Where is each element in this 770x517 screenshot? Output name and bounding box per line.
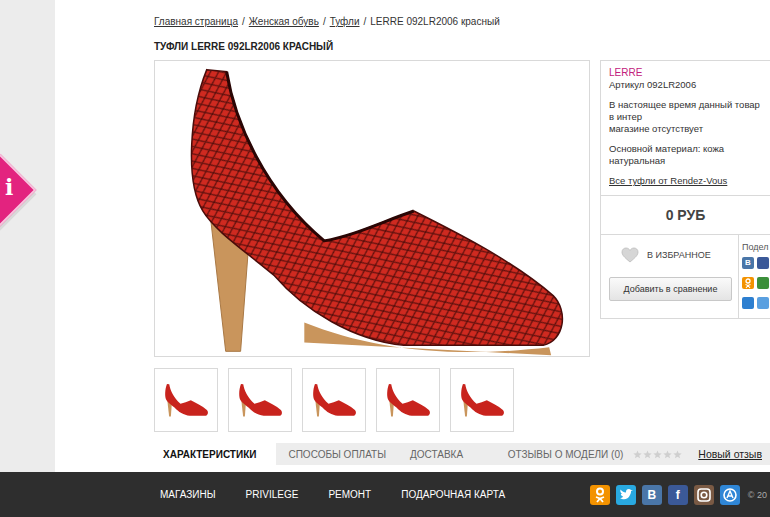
tab[interactable]: ДОСТАВКА — [398, 443, 475, 465]
star-icon — [673, 450, 682, 459]
copyright: © 20 — [748, 490, 767, 500]
thumbnail[interactable] — [376, 368, 440, 432]
tab-bar: ХАРАКТЕРИСТИКИСПОСОБЫ ОПЛАТЫДОСТАВКА ОТЗЫ… — [154, 443, 770, 465]
breadcrumb-item[interactable]: Главная страница — [154, 16, 238, 27]
rating-stars — [633, 450, 682, 459]
breadcrumb-separator: / — [364, 16, 367, 27]
social-icon[interactable]: В — [642, 485, 662, 505]
share-icon[interactable] — [757, 257, 769, 269]
footer-link[interactable]: PRIVILEGE — [246, 489, 299, 500]
footer-link[interactable]: РЕМОНТ — [328, 489, 371, 500]
page: iГлавная страница/Женская обувь/Туфли/LE… — [0, 0, 770, 517]
share-label: Подел — [742, 241, 770, 253]
favorite-compare: В ИЗБРАННОЕ Добавить в сравнение — [601, 235, 739, 318]
ok-icon — [742, 277, 754, 289]
social-icon[interactable] — [616, 485, 636, 505]
social-icon[interactable]: f — [668, 485, 688, 505]
share-icon[interactable] — [757, 297, 769, 309]
heart-icon — [621, 247, 639, 263]
breadcrumb-item: LERRE 092LR2006 красный — [370, 16, 499, 27]
shoe-photo-icon — [155, 61, 589, 356]
content: Главная страница/Женская обувь/Туфли/LER… — [154, 0, 770, 465]
thumbnail[interactable] — [450, 368, 514, 432]
top-area: iГлавная страница/Женская обувь/Туфли/LE… — [0, 0, 770, 472]
share-icon[interactable]: В — [742, 257, 754, 269]
product-photo[interactable] — [154, 60, 590, 357]
share-icon[interactable] — [742, 277, 754, 289]
thumbnail[interactable] — [302, 368, 366, 432]
reviews: ОТЗЫВЫ О МОДЕЛИ (0) Новый отзыв — [508, 443, 770, 465]
gallery — [154, 60, 590, 432]
social-links: Вf © 20 — [590, 485, 770, 505]
material: Основной материал: кожа натуральная — [609, 143, 762, 167]
share-panel: Подел В — [739, 235, 770, 318]
actions: В ИЗБРАННОЕ Добавить в сравнение Подел В — [601, 235, 770, 318]
odnoklassniki-icon — [590, 485, 610, 505]
compare-button[interactable]: Добавить в сравнение — [609, 277, 732, 301]
breadcrumb-separator: / — [323, 16, 326, 27]
info-badge-glyph[interactable]: i — [5, 174, 13, 200]
footer-links: МАГАЗИНЫ PRIVILEGE РЕМОНТ ПОДАРОЧНАЯ КАРТА — [0, 489, 505, 500]
favorite-button[interactable]: В ИЗБРАННОЕ — [609, 247, 732, 263]
social-icon[interactable] — [694, 485, 714, 505]
breadcrumb: Главная страница/Женская обувь/Туфли/LER… — [154, 15, 770, 29]
shoe-thumbnail-icon — [161, 380, 211, 420]
star-icon — [653, 450, 662, 459]
product-details: LERREАртикул 092LR2006 В настоящее время … — [601, 61, 770, 195]
main-panel: Главная страница/Женская обувь/Туфли/LER… — [55, 0, 770, 472]
product-info-panel: LERREАртикул 092LR2006 В настоящее время … — [600, 60, 770, 319]
new-review-link[interactable]: Новый отзыв — [698, 448, 762, 460]
instagram-icon — [694, 485, 714, 505]
footer-link[interactable]: ПОДАРОЧНАЯ КАРТА — [401, 489, 505, 500]
twitter-icon — [616, 485, 636, 505]
all-shoes-link[interactable]: Все туфли от Rendez-Vous — [609, 175, 762, 187]
product-title: ТУФЛИ LERRE 092LR2006 КРАСНЫЙ — [154, 40, 770, 54]
tab[interactable]: ХАРАКТЕРИСТИКИ — [154, 443, 276, 465]
app-icon — [720, 485, 740, 505]
shoe-thumbnail-icon — [235, 380, 285, 420]
share-icon[interactable] — [757, 277, 769, 289]
brand-link[interactable]: LERRE — [609, 67, 762, 79]
breadcrumb-item[interactable]: Женская обувь — [249, 16, 319, 27]
star-icon — [643, 450, 652, 459]
star-icon — [633, 450, 642, 459]
footer: МАГАЗИНЫ PRIVILEGE РЕМОНТ ПОДАРОЧНАЯ КАРТА В… — [0, 472, 770, 517]
product-row: LERREАртикул 092LR2006 В настоящее время … — [154, 60, 770, 432]
shoe-thumbnail-icon — [457, 380, 507, 420]
shoe-thumbnail-icon — [309, 380, 359, 420]
breadcrumb-separator: / — [242, 16, 245, 27]
left-gutter: i — [0, 0, 55, 472]
article-number: Артикул 092LR2006 — [609, 79, 762, 91]
share-icons: В — [742, 257, 770, 309]
thumbnail[interactable] — [228, 368, 292, 432]
social-icon[interactable] — [720, 485, 740, 505]
star-icon — [663, 450, 672, 459]
shoe-thumbnail-icon — [383, 380, 433, 420]
thumbnail[interactable] — [154, 368, 218, 432]
footer-link[interactable]: МАГАЗИНЫ — [160, 489, 216, 500]
availability-line: магазине отсутствует — [609, 123, 762, 135]
share-icon[interactable] — [742, 297, 754, 309]
availability-note: В настоящее время данный товар в интерма… — [609, 99, 762, 135]
availability-line: В настоящее время данный товар в интер — [609, 99, 762, 123]
breadcrumb-item[interactable]: Туфли — [330, 16, 360, 27]
tab[interactable]: СПОСОБЫ ОПЛАТЫ — [276, 443, 398, 465]
thumbnail-row — [154, 368, 590, 432]
price: 0 РУБ — [601, 195, 770, 235]
social-icon[interactable] — [590, 485, 610, 505]
reviews-tab[interactable]: ОТЗЫВЫ О МОДЕЛИ (0) — [508, 449, 624, 460]
